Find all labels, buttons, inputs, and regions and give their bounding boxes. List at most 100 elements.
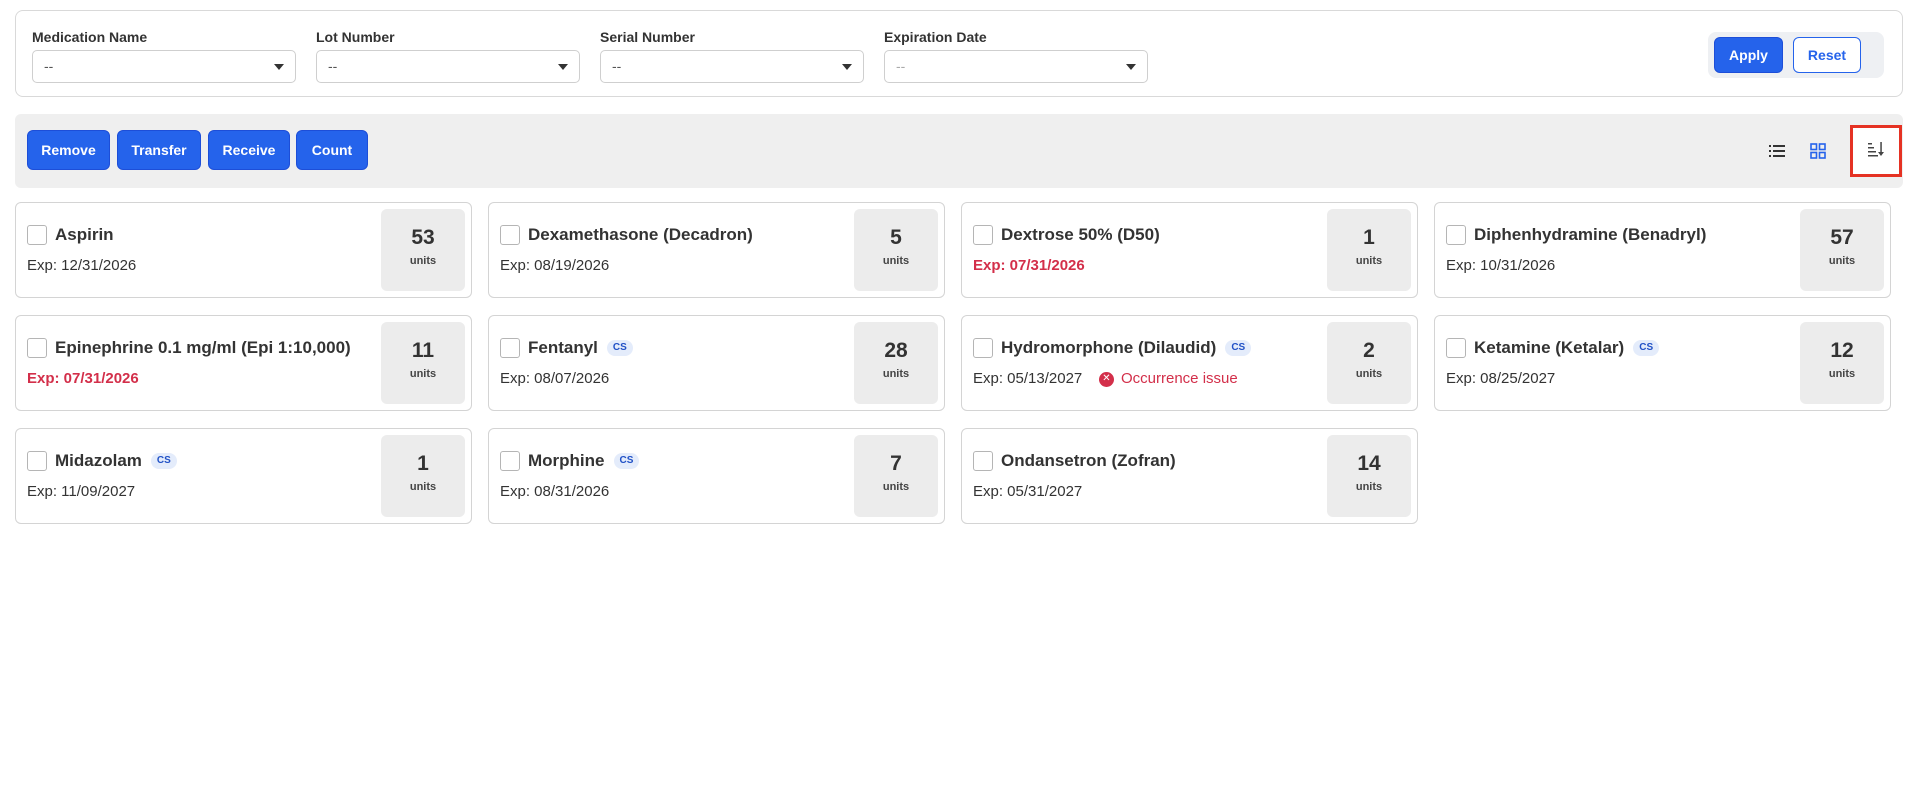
filter-lot-number: Lot Number --	[316, 27, 580, 83]
transfer-button[interactable]: Transfer	[117, 130, 201, 170]
select-checkbox[interactable]	[500, 451, 520, 471]
medication-card[interactable]: Hydromorphone (Dilaudid) CS Exp: 05/13/20…	[961, 315, 1418, 411]
count-button[interactable]: Count	[296, 130, 368, 170]
units-label: units	[1355, 368, 1383, 380]
medication-name: Ketamine (Ketalar) CS	[1474, 338, 1660, 358]
controlled-substance-badge: CS	[606, 340, 633, 356]
chevron-down-icon	[274, 64, 284, 70]
expiration-date: Exp: 05/13/2027	[973, 370, 1083, 387]
medication-name: Aspirin	[55, 225, 114, 244]
filter-medication-name: Medication Name --	[32, 27, 296, 83]
select-checkbox[interactable]	[27, 338, 47, 358]
units-label: units	[1355, 255, 1383, 267]
sort-button[interactable]	[1850, 125, 1902, 177]
receive-button[interactable]: Receive	[208, 130, 290, 170]
grid-view-icon[interactable]	[1807, 140, 1829, 162]
medication-name: Diphenhydramine (Benadryl)	[1474, 225, 1707, 244]
medication-card[interactable]: Dextrose 50% (D50) Exp: 07/31/2026 1 uni…	[961, 202, 1418, 298]
units-count: 1	[417, 452, 429, 475]
medication-name: Midazolam CS	[55, 451, 177, 471]
filter-label: Serial Number	[600, 29, 695, 45]
medication-name: Fentanyl CS	[528, 338, 633, 358]
units-box: 2 units	[1327, 322, 1411, 404]
units-count: 5	[890, 226, 902, 249]
filter-label: Expiration Date	[884, 29, 987, 45]
select-value: --	[44, 58, 54, 74]
units-label: units	[409, 255, 437, 267]
select-checkbox[interactable]	[973, 338, 993, 358]
units-label: units	[882, 255, 910, 267]
units-label: units	[409, 368, 437, 380]
serial-number-select[interactable]: --	[600, 50, 864, 83]
expiration-date: Exp: 08/31/2026	[500, 483, 610, 500]
units-label: units	[1828, 368, 1856, 380]
units-box: 11 units	[381, 322, 465, 404]
units-label: units	[882, 481, 910, 493]
medication-card[interactable]: Aspirin Exp: 12/31/2026 53 units	[15, 202, 472, 298]
expiration-date: Exp: 10/31/2026	[1446, 257, 1556, 274]
units-box: 1 units	[1327, 209, 1411, 291]
occurrence-issue[interactable]: ✕ Occurrence issue	[1099, 370, 1238, 388]
select-checkbox[interactable]	[1446, 225, 1466, 245]
medication-card[interactable]: Midazolam CS Exp: 11/09/2027 1 units	[15, 428, 472, 524]
remove-button[interactable]: Remove	[27, 130, 110, 170]
medication-name: Dextrose 50% (D50)	[1001, 225, 1160, 244]
sort-icon	[1867, 141, 1885, 162]
filter-panel: Medication Name -- Lot Number -- Serial …	[15, 10, 1903, 97]
medication-card[interactable]: Diphenhydramine (Benadryl) Exp: 10/31/20…	[1434, 202, 1891, 298]
medication-card[interactable]: Dexamethasone (Decadron) Exp: 08/19/2026…	[488, 202, 945, 298]
units-count: 28	[884, 339, 908, 362]
select-checkbox[interactable]	[27, 225, 47, 245]
list-view-icon[interactable]	[1766, 140, 1788, 162]
select-value: --	[612, 58, 622, 74]
expiration-date: Exp: 08/25/2027	[1446, 370, 1556, 387]
lot-number-select[interactable]: --	[316, 50, 580, 83]
medication-name: Dexamethasone (Decadron)	[528, 225, 753, 244]
filter-serial-number: Serial Number --	[600, 27, 864, 83]
select-checkbox[interactable]	[500, 225, 520, 245]
medication-name-select[interactable]: --	[32, 50, 296, 83]
action-toolbar: Remove Transfer Receive Count	[15, 114, 1903, 188]
expiration-date: Exp: 08/19/2026	[500, 257, 610, 274]
units-label: units	[1828, 255, 1856, 267]
medication-card[interactable]: Epinephrine 0.1 mg/ml (Epi 1:10,000) Exp…	[15, 315, 472, 411]
units-count: 2	[1363, 339, 1375, 362]
medication-card[interactable]: Fentanyl CS Exp: 08/07/2026 28 units	[488, 315, 945, 411]
medication-name: Morphine CS	[528, 451, 640, 471]
controlled-substance-badge: CS	[150, 453, 177, 469]
medication-card[interactable]: Ondansetron (Zofran) Exp: 05/31/2027 14 …	[961, 428, 1418, 524]
select-checkbox[interactable]	[973, 451, 993, 471]
chevron-down-icon	[558, 64, 568, 70]
units-box: 7 units	[854, 435, 938, 517]
units-box: 57 units	[1800, 209, 1884, 291]
select-checkbox[interactable]	[973, 225, 993, 245]
units-box: 5 units	[854, 209, 938, 291]
filter-expiration-date: Expiration Date --	[884, 27, 1148, 83]
select-checkbox[interactable]	[27, 451, 47, 471]
units-box: 1 units	[381, 435, 465, 517]
reset-button[interactable]: Reset	[1793, 37, 1861, 73]
select-checkbox[interactable]	[500, 338, 520, 358]
controlled-substance-badge: CS	[1225, 340, 1252, 356]
chevron-down-icon	[1126, 64, 1136, 70]
select-value: --	[896, 58, 906, 74]
expiration-date: Exp: 07/31/2026	[27, 370, 139, 387]
expiration-date: Exp: 07/31/2026	[973, 257, 1085, 274]
filter-label: Lot Number	[316, 29, 395, 45]
units-count: 7	[890, 452, 902, 475]
filter-label: Medication Name	[32, 29, 148, 45]
units-count: 14	[1357, 452, 1381, 475]
apply-button[interactable]: Apply	[1714, 37, 1783, 73]
expiration-date: Exp: 08/07/2026	[500, 370, 610, 387]
medication-card[interactable]: Ketamine (Ketalar) CS Exp: 08/25/2027 12 …	[1434, 315, 1891, 411]
expiration-date-select[interactable]: --	[884, 50, 1148, 83]
expiration-date: Exp: 05/31/2027	[973, 483, 1083, 500]
select-checkbox[interactable]	[1446, 338, 1466, 358]
medication-card[interactable]: Morphine CS Exp: 08/31/2026 7 units	[488, 428, 945, 524]
units-box: 53 units	[381, 209, 465, 291]
units-count: 1	[1363, 226, 1375, 249]
select-value: --	[328, 58, 338, 74]
expiration-date: Exp: 12/31/2026	[27, 257, 137, 274]
units-box: 14 units	[1327, 435, 1411, 517]
controlled-substance-badge: CS	[1633, 340, 1660, 356]
